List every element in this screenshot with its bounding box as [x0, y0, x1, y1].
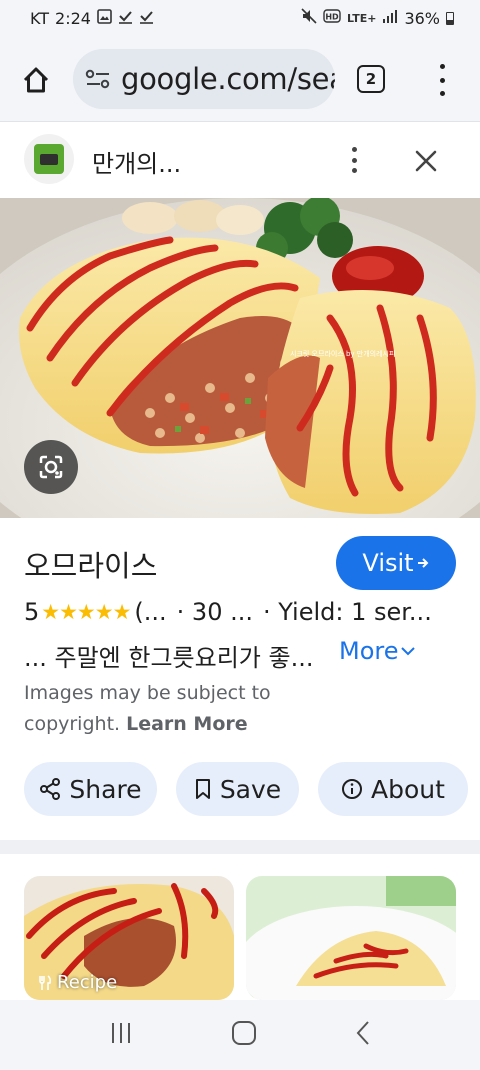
- close-icon: [415, 150, 437, 172]
- image-watermark: 시크릿 오므라이스 by 만개의레시피: [290, 349, 395, 358]
- site-settings-icon[interactable]: [85, 69, 111, 89]
- visit-button[interactable]: Visit: [336, 536, 456, 590]
- site-logo: [24, 134, 74, 184]
- section-divider: [0, 840, 480, 854]
- rating-value: 5: [24, 598, 40, 626]
- share-button[interactable]: Share: [24, 762, 157, 816]
- home-nav-button[interactable]: [231, 1020, 257, 1050]
- restaurant-icon: [39, 974, 52, 990]
- about-label: About: [371, 774, 445, 804]
- cook-time: · 30 ...: [176, 598, 253, 626]
- google-lens-button[interactable]: [24, 440, 78, 494]
- carrier-label: KT: [30, 8, 50, 28]
- mute-icon: [301, 8, 317, 28]
- signal-icon: [382, 9, 398, 27]
- learn-more-link[interactable]: Learn More: [126, 713, 248, 735]
- browser-menu-button[interactable]: [430, 64, 454, 96]
- recipe-yield: · Yield: 1 ser...: [262, 598, 432, 626]
- download-done-icon: [139, 9, 154, 28]
- about-button[interactable]: About: [318, 762, 468, 816]
- result-description: ... 주말엔 한그릇요리가 좋...: [24, 644, 314, 672]
- info-icon: [342, 779, 363, 799]
- more-options-button[interactable]: [342, 144, 366, 176]
- recipe-meta: 5 ★★★★★ (... · 30 ... · Yield: 1 ser...: [24, 598, 432, 626]
- copyright-notice: Images may be subject to copyright. Lear…: [24, 678, 324, 740]
- hd-voice-icon: HD: [323, 9, 341, 27]
- related-image-card[interactable]: [246, 876, 456, 1000]
- battery-level: 36%: [404, 8, 440, 28]
- home-icon: [23, 67, 49, 93]
- site-name[interactable]: 만개의...: [92, 144, 181, 179]
- rating-stars: ★★★★★: [41, 600, 131, 624]
- home-button[interactable]: [18, 62, 54, 98]
- more-label: More: [339, 637, 399, 665]
- status-right: HD LTE+ 36%: [301, 8, 454, 28]
- tab-switcher-button[interactable]: 2: [357, 65, 385, 93]
- system-nav-bar: [0, 1000, 480, 1070]
- chevron-down-icon: [400, 647, 415, 656]
- recent-apps-button[interactable]: [108, 1021, 134, 1049]
- url-bar[interactable]: google.com/search: [73, 49, 335, 109]
- bookmark-icon: [195, 779, 210, 799]
- svg-text:HD: HD: [325, 13, 339, 22]
- download-done-icon: [118, 9, 133, 28]
- browser-toolbar: google.com/search 2: [0, 36, 480, 122]
- panel-header: 만개의...: [0, 122, 480, 198]
- close-button[interactable]: [411, 146, 441, 176]
- save-button[interactable]: Save: [176, 762, 299, 816]
- recipe-tag: Recipe: [38, 972, 117, 993]
- related-image-card[interactable]: Recipe: [24, 876, 234, 1000]
- review-count: (...: [134, 598, 167, 626]
- recent-apps-icon: [112, 1023, 131, 1043]
- share-icon: [40, 778, 61, 800]
- result-title: 오므라이스: [24, 549, 158, 583]
- back-icon: [356, 1021, 369, 1045]
- clock: 2:24: [55, 8, 91, 28]
- gallery-notification-icon: [97, 8, 112, 28]
- status-left: KT 2:24: [30, 9, 154, 28]
- visit-label: Visit: [362, 549, 414, 577]
- share-label: Share: [69, 774, 142, 804]
- battery-icon: [446, 11, 454, 25]
- related-omurice-photo: [246, 876, 456, 1000]
- more-button[interactable]: More: [339, 637, 415, 665]
- network-type-label: LTE+: [347, 11, 377, 25]
- save-label: Save: [219, 774, 282, 804]
- result-image[interactable]: 시크릿 오므라이스 by 만개의레시피: [0, 198, 480, 518]
- lens-icon: [39, 455, 63, 479]
- home-nav-icon: [231, 1021, 256, 1045]
- back-button[interactable]: [354, 1020, 372, 1050]
- url-text[interactable]: google.com/search: [121, 62, 335, 96]
- arrow-forward-icon: [417, 558, 428, 568]
- recipe-tag-label: Recipe: [57, 972, 118, 993]
- status-bar: KT 2:24 HD LTE+ 36%: [0, 0, 480, 36]
